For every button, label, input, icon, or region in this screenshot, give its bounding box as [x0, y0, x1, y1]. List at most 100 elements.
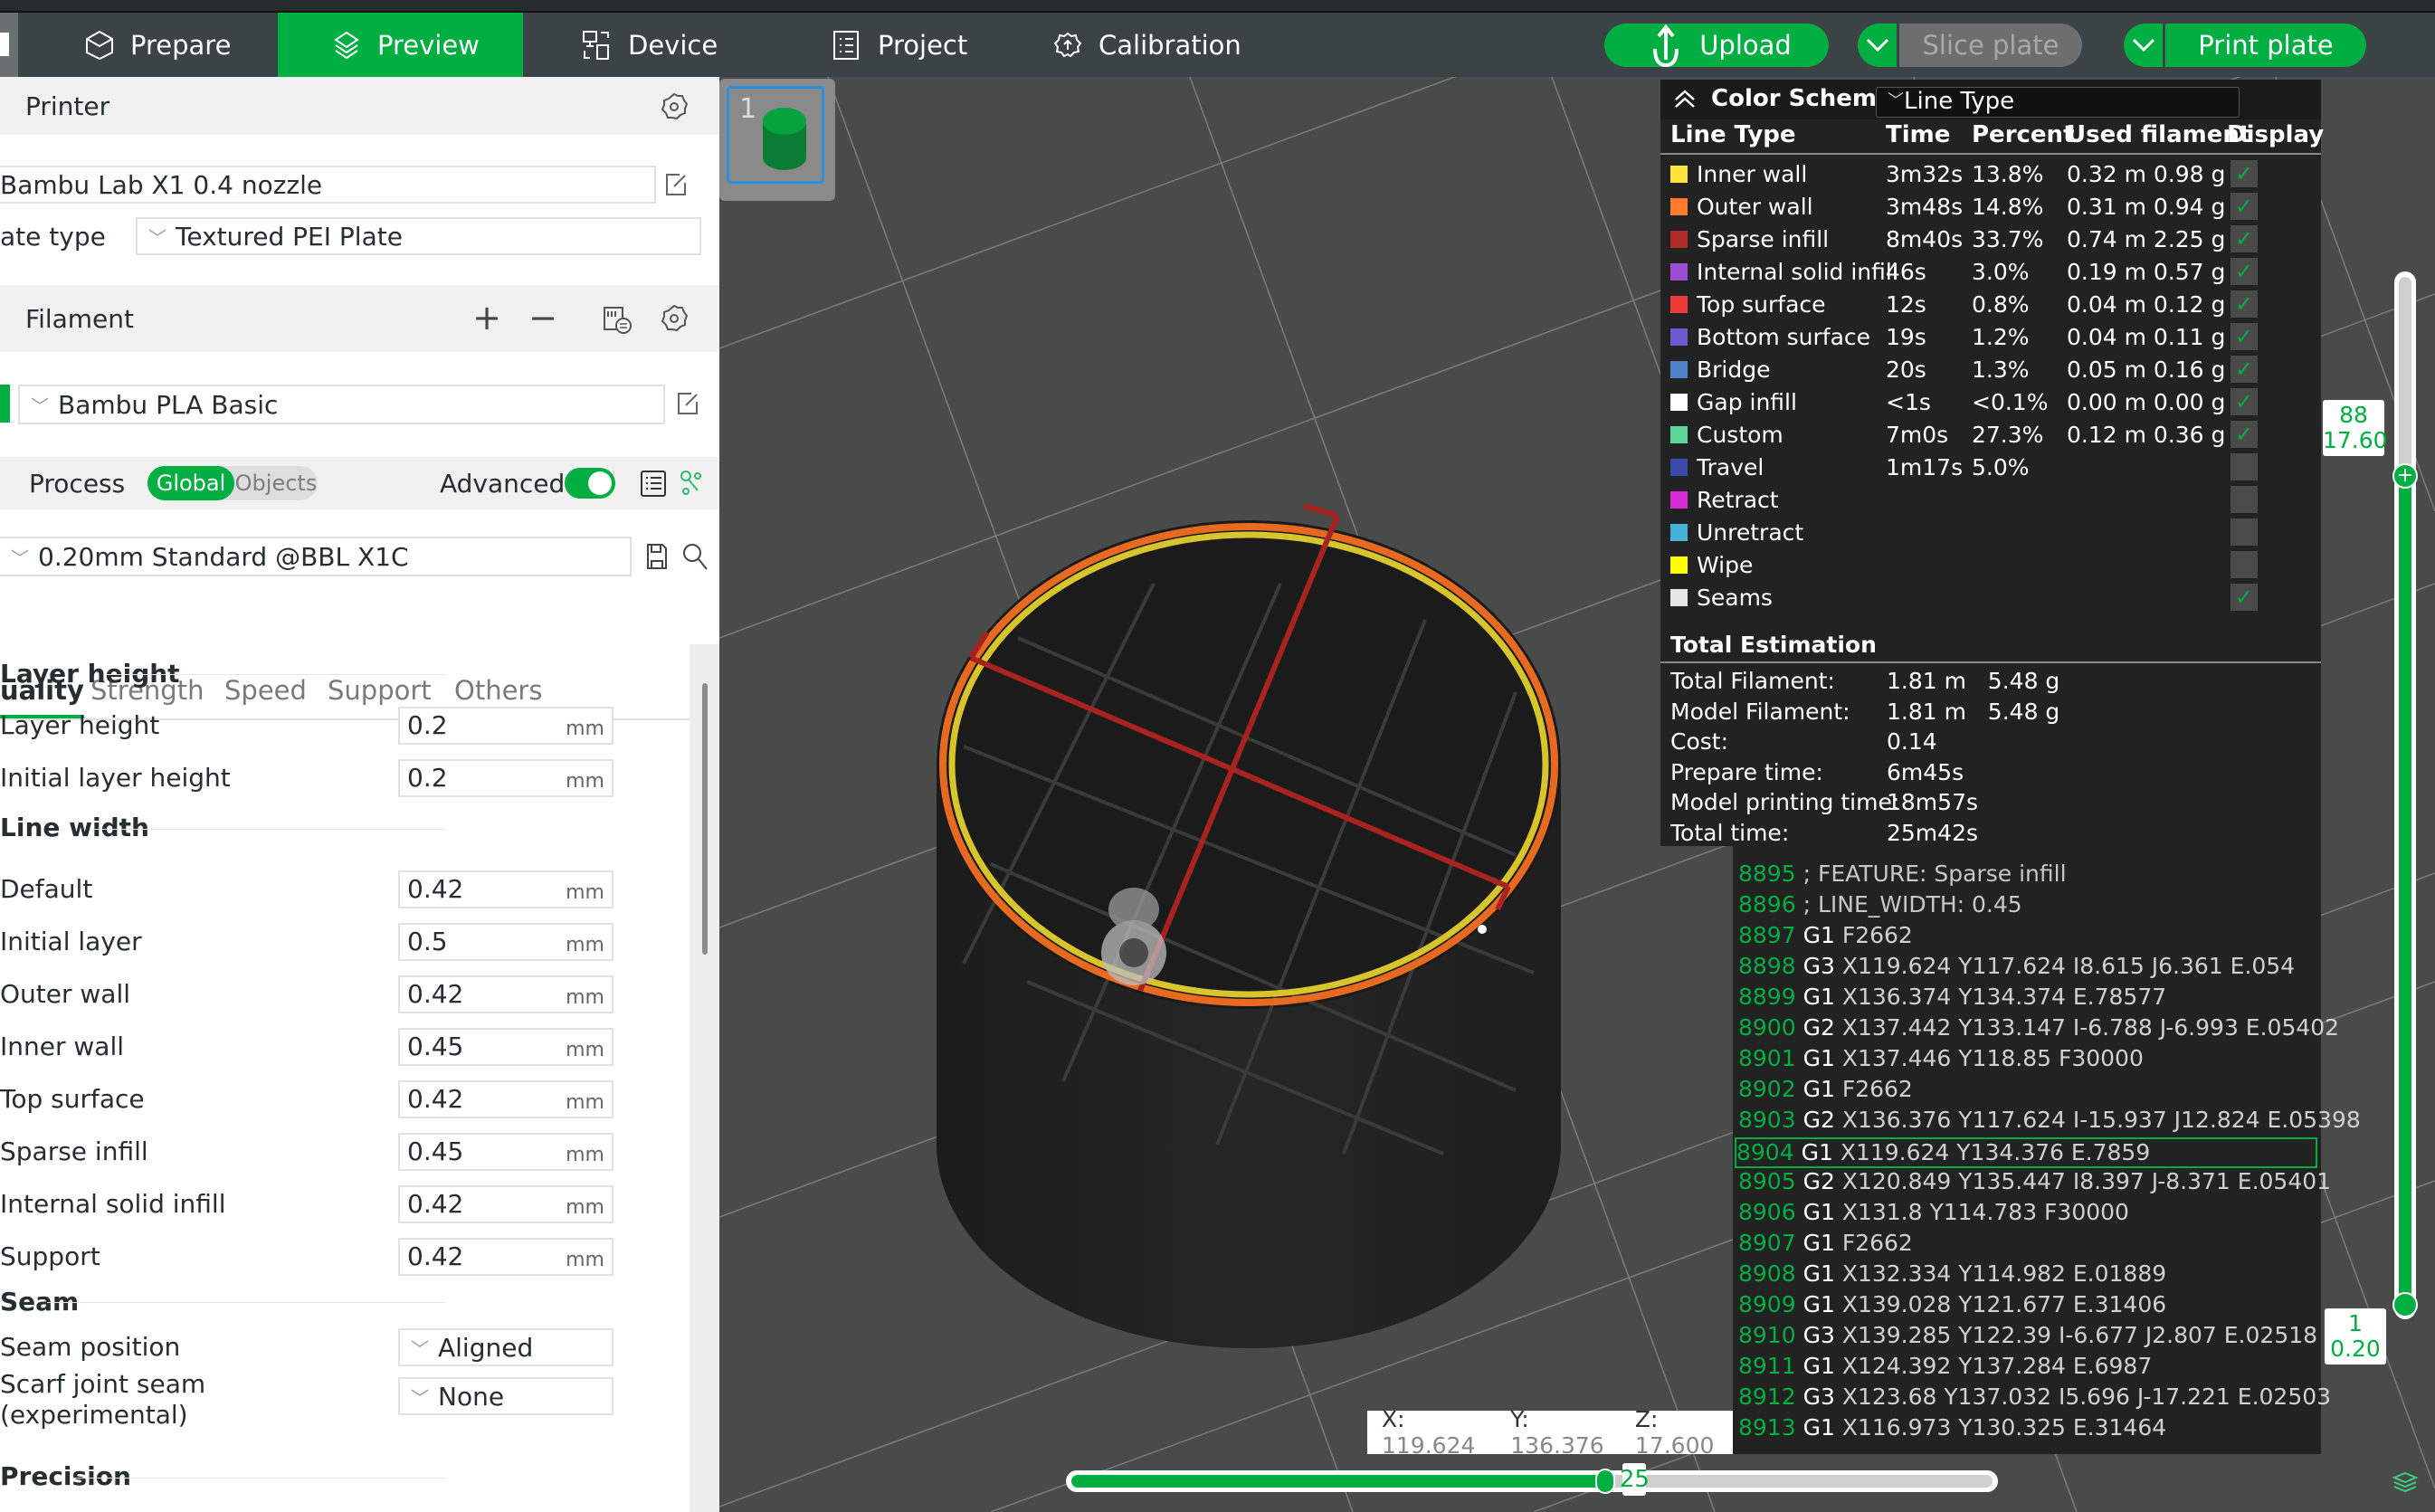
display-checkbox[interactable]: ✓ — [2230, 160, 2258, 187]
gcode-line[interactable]: 8903 G2 X136.376 Y117.624 I-15.937 J12.8… — [1738, 1107, 2361, 1137]
gcode-line-current[interactable]: 8904 G1 X119.624 Y134.376 E.7859 — [1735, 1137, 2317, 1168]
gcode-arguments: X119.624 Y117.624 I8.615 J6.361 E.054 — [1841, 953, 2296, 979]
tab-device[interactable]: Device — [581, 13, 718, 77]
line-width-input[interactable]: 0.42 mm — [398, 1080, 614, 1118]
edit-filament-icon[interactable] — [674, 390, 701, 417]
gcode-line[interactable]: 8910 G3 X139.285 Y122.39 I-6.677 J2.807 … — [1738, 1322, 2317, 1353]
plate-type-dropdown[interactable]: ﹀ Textured PEI Plate — [136, 217, 701, 255]
line-width-input[interactable]: 0.42 mm — [398, 975, 614, 1013]
tab-support[interactable]: Support — [328, 675, 432, 706]
gcode-line[interactable]: 8911 G1 X124.392 Y137.284 E.6987 — [1738, 1353, 2152, 1384]
legend-row: Inner wall 3m32s 13.8% 0.32 m 0.98 g ✓ — [1660, 159, 2321, 192]
print-plate-button[interactable]: Print plate — [2124, 24, 2366, 67]
legend-row: Custom 7m0s 27.3% 0.12 m 0.36 g ✓ — [1660, 420, 2321, 452]
save-preset-icon[interactable] — [644, 542, 670, 571]
upload-button[interactable]: Upload — [1604, 24, 1829, 67]
gcode-line[interactable]: 8899 G1 X136.374 Y134.374 E.78577 — [1738, 984, 2166, 1014]
gcode-line[interactable]: 8908 G1 X132.334 Y114.982 E.01889 — [1738, 1260, 2166, 1291]
process-compare-icon[interactable] — [677, 468, 704, 499]
display-checkbox[interactable]: ✓ — [2230, 258, 2258, 285]
gcode-line[interactable]: 8901 G1 X137.446 Y118.85 F30000 — [1738, 1045, 2144, 1076]
unit: mm — [566, 1039, 604, 1061]
layers-view-icon[interactable] — [2392, 1471, 2419, 1493]
slice-plate-button[interactable]: Slice plate — [1858, 24, 2082, 67]
filament-dropdown[interactable]: ﹀ Bambu PLA Basic — [18, 385, 665, 424]
layer-slider-fill — [2399, 473, 2411, 1301]
gcode-line[interactable]: 8913 G1 X116.973 Y130.325 E.31464 — [1738, 1414, 2166, 1445]
filament-settings-gear-icon[interactable] — [659, 303, 690, 334]
process-list-icon[interactable] — [639, 468, 670, 499]
layer-slider[interactable]: + — [2392, 271, 2418, 1319]
add-filament-icon[interactable]: + — [471, 298, 503, 338]
plate-thumbnail[interactable]: 1 — [719, 79, 835, 201]
gcode-line[interactable]: 8905 G2 X120.849 Y135.447 I8.397 J-8.371… — [1738, 1168, 2331, 1199]
display-checkbox[interactable]: ✓ — [2230, 421, 2258, 448]
display-checkbox[interactable]: ✓ — [2230, 323, 2258, 350]
gcode-line[interactable]: 8902 G1 F2662 — [1738, 1076, 1913, 1107]
display-checkbox[interactable] — [2230, 486, 2258, 513]
display-checkbox[interactable]: ✓ — [2230, 584, 2258, 611]
tab-calibration[interactable]: Calibration — [1051, 13, 1241, 77]
search-settings-icon[interactable] — [680, 540, 709, 573]
display-checkbox[interactable]: ✓ — [2230, 388, 2258, 415]
line-width-input[interactable]: 0.45 mm — [398, 1133, 614, 1171]
edit-printer-icon[interactable] — [662, 171, 690, 198]
initial-layer-height-input[interactable]: 0.2 mm — [398, 759, 614, 797]
tab-others[interactable]: Others — [454, 675, 542, 706]
color-scheme-dropdown[interactable]: ﹀ Line Type — [1876, 87, 2240, 118]
line-number: 8909 — [1738, 1291, 1796, 1317]
advanced-toggle[interactable] — [565, 468, 615, 499]
seam-position-dropdown[interactable]: ﹀ Aligned — [398, 1328, 614, 1366]
gcode-line[interactable]: 8898 G3 X119.624 Y117.624 I8.615 J6.361 … — [1738, 953, 2295, 984]
line-width-input[interactable]: 0.42 mm — [398, 870, 614, 908]
scarf-joint-dropdown[interactable]: ﹀ None — [398, 1377, 614, 1415]
tab-speed[interactable]: Speed — [224, 675, 307, 706]
collapse-legend-icon[interactable] — [1673, 89, 1697, 109]
setting-label: Initial layer — [0, 927, 142, 956]
tab-prepare[interactable]: Prepare — [83, 13, 278, 77]
line-width-input[interactable]: 0.45 mm — [398, 1028, 614, 1066]
scope-global-button[interactable]: Global — [147, 466, 234, 500]
slice-options-dropdown[interactable] — [1858, 24, 1899, 67]
printer-settings-gear-icon[interactable] — [659, 91, 690, 122]
display-checkbox[interactable]: ✓ — [2230, 225, 2258, 252]
move-slider-handle[interactable] — [1595, 1469, 1616, 1494]
display-checkbox[interactable] — [2230, 518, 2258, 546]
layer-height-input[interactable]: 0.2 mm — [398, 707, 614, 745]
line-width-input[interactable]: 0.5 mm — [398, 923, 614, 961]
legend-row: Retract — [1660, 485, 2321, 518]
gcode-line[interactable]: 8907 G1 F2662 — [1738, 1230, 1913, 1260]
gcode-line[interactable]: 8896 ; LINE_WIDTH: 0.45 — [1738, 891, 2022, 922]
printer-select[interactable]: Bambu Lab X1 0.4 nozzle — [0, 166, 656, 204]
gcode-viewer[interactable]: 8895 ; FEATURE: Sparse infill 8896 ; LINE… — [1733, 846, 2361, 1454]
title-strip — [0, 0, 2435, 13]
scope-objects-button[interactable]: Objects — [234, 466, 318, 500]
gcode-line[interactable]: 8895 ; FEATURE: Sparse infill — [1738, 861, 2067, 891]
tab-preview[interactable]: Preview — [278, 13, 523, 77]
display-checkbox[interactable]: ✓ — [2230, 290, 2258, 318]
col-header-display: Display — [2227, 121, 2325, 148]
settings-scrollbar-thumb[interactable] — [702, 683, 708, 955]
layer-slider-bottom-handle[interactable] — [2392, 1292, 2418, 1317]
process-preset-dropdown[interactable]: ﹀ 0.20mm Standard @BBL X1C — [0, 537, 632, 576]
remove-filament-icon[interactable]: − — [527, 298, 559, 338]
sync-ams-icon[interactable] — [601, 303, 633, 336]
line-width-input[interactable]: 0.42 mm — [398, 1185, 614, 1223]
print-options-dropdown[interactable] — [2124, 24, 2165, 67]
filament-color-swatch[interactable] — [0, 385, 10, 423]
gcode-line[interactable]: 8897 G1 F2662 — [1738, 922, 1913, 953]
layer-slider-top-handle[interactable]: + — [2392, 462, 2418, 489]
gcode-line[interactable]: 8906 G1 X131.8 Y114.783 F30000 — [1738, 1199, 2129, 1230]
tab-project[interactable]: Project — [831, 13, 967, 77]
display-checkbox[interactable] — [2230, 453, 2258, 480]
gcode-line[interactable]: 8909 G1 X139.028 Y121.677 E.31406 — [1738, 1291, 2166, 1322]
display-checkbox[interactable]: ✓ — [2230, 193, 2258, 220]
move-slider[interactable]: 25 — [1066, 1463, 1998, 1496]
line-type-name: Internal solid infill — [1697, 259, 1898, 285]
gcode-line[interactable]: 8912 G3 X123.68 Y137.032 I5.696 J-17.221… — [1738, 1384, 2331, 1414]
line-width-input[interactable]: 0.42 mm — [398, 1238, 614, 1276]
display-checkbox[interactable]: ✓ — [2230, 356, 2258, 383]
gcode-line[interactable]: 8900 G2 X137.442 Y133.147 I-6.788 J-6.99… — [1738, 1014, 2339, 1045]
display-checkbox[interactable] — [2230, 551, 2258, 578]
home-button[interactable] — [0, 13, 18, 77]
